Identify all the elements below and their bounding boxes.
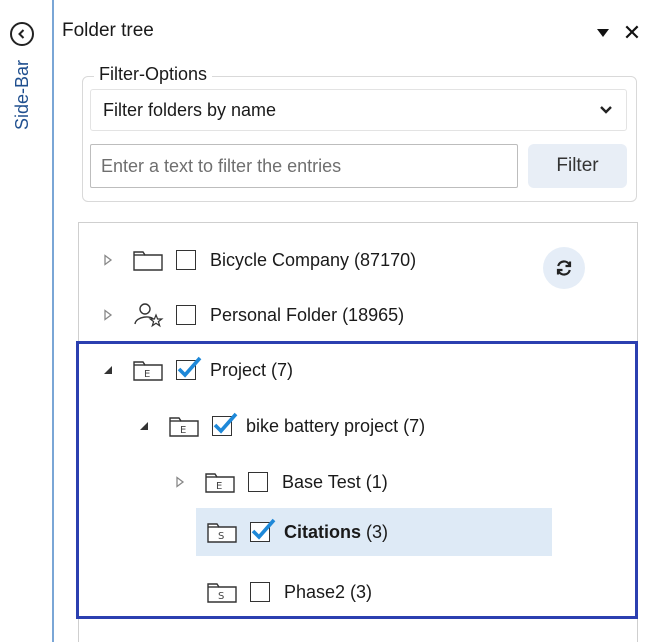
refresh-button[interactable]: [543, 247, 585, 289]
filter-options-legend: Filter-Options: [94, 64, 213, 85]
triangle-right-outline-icon: [104, 309, 113, 321]
tree-item-personal-folder[interactable]: Personal Folder (18965): [98, 295, 528, 335]
chevron-left-icon: [18, 29, 25, 39]
panel-title: Folder tree: [62, 20, 154, 41]
triangle-down-icon: [597, 29, 609, 37]
side-bar-divider: [52, 0, 54, 642]
chevron-down-icon: [600, 106, 612, 114]
highlight-annotation-box: [76, 341, 638, 619]
expand-toggle[interactable]: [98, 305, 118, 325]
tree-item-bicycle-company[interactable]: Bicycle Company (87170): [98, 240, 528, 280]
tree-checkbox[interactable]: [176, 305, 196, 325]
user-star-icon: [132, 302, 164, 328]
tree-item-label: Personal Folder (18965): [210, 304, 405, 325]
close-icon: ✕: [622, 20, 642, 45]
filter-mode-value: Filter folders by name: [103, 99, 277, 120]
folder-icon: [132, 247, 164, 273]
expand-toggle[interactable]: [98, 250, 118, 270]
collapse-sidebar-button[interactable]: [10, 22, 34, 46]
panel-options-button[interactable]: [594, 24, 612, 42]
triangle-right-outline-icon: [104, 254, 113, 266]
filter-button[interactable]: Filter: [528, 144, 627, 188]
filter-mode-select[interactable]: Filter folders by name: [90, 89, 627, 131]
refresh-icon: [556, 260, 572, 276]
filter-text-input[interactable]: [90, 144, 518, 188]
close-panel-button[interactable]: ✕: [620, 22, 644, 44]
side-bar-label[interactable]: Side-Bar: [12, 60, 32, 160]
tree-checkbox[interactable]: [176, 250, 196, 270]
tree-item-label: Bicycle Company (87170): [210, 249, 417, 270]
